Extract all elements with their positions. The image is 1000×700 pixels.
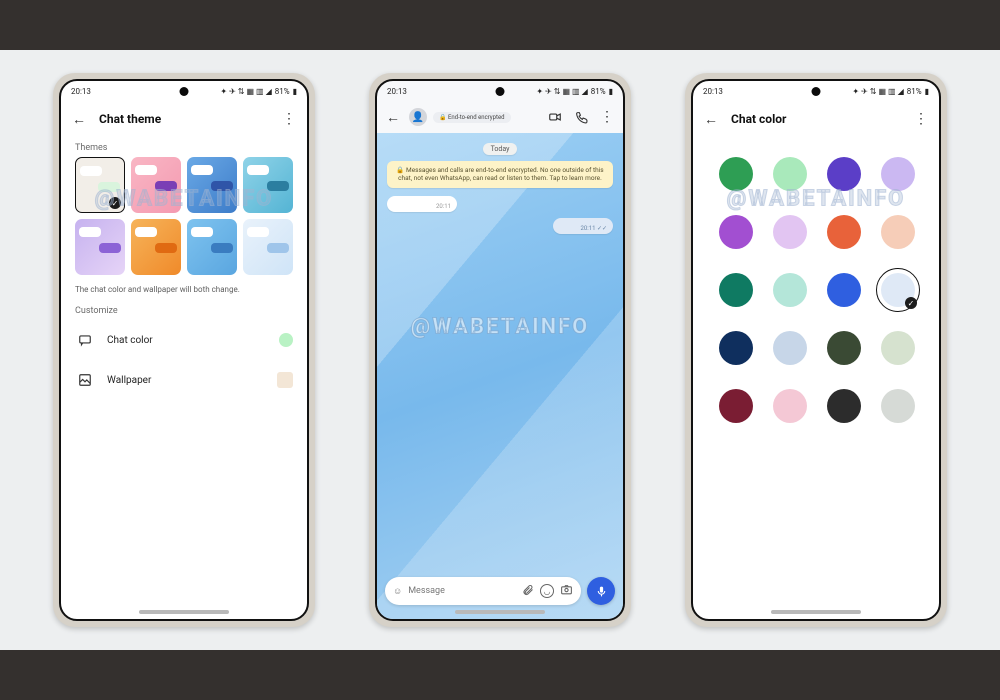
color-option-10[interactable] <box>827 273 861 307</box>
more-icon[interactable]: ⋮ <box>279 109 299 129</box>
nav-pill <box>139 610 229 614</box>
color-option-13[interactable] <box>773 331 807 365</box>
status-battery: 81% <box>275 87 290 96</box>
color-option-19[interactable] <box>881 389 915 423</box>
color-option-0[interactable] <box>719 157 753 191</box>
color-option-12[interactable] <box>719 331 753 365</box>
color-option-17[interactable] <box>773 389 807 423</box>
more-icon[interactable]: ⋮ <box>911 109 931 129</box>
camera-icon[interactable] <box>560 583 573 599</box>
back-icon[interactable]: ← <box>69 109 89 129</box>
wallpaper-swatch <box>277 372 293 388</box>
phone-frame-1: @WABETAINFO 20:13 ✦ ✈ ⇅ ▦ ▥ ◢ 81% ▮ ← Ch… <box>53 73 315 627</box>
status-battery: 81% <box>591 87 606 96</box>
chat-color-row[interactable]: Chat color <box>61 320 307 360</box>
page-title: Chat theme <box>99 112 269 126</box>
phone-frame-3: @WABETAINFO 20:13 ✦ ✈ ⇅ ▦ ▥ ◢ 81% ▮ ← Ch… <box>685 73 947 627</box>
message-composer: ☺ Message ◡ <box>385 577 615 605</box>
message-input[interactable]: ☺ Message ◡ <box>385 577 581 605</box>
color-option-15[interactable] <box>881 331 915 365</box>
app-bar: ← Chat color ⋮ <box>693 101 939 137</box>
camera-cutout <box>496 87 505 96</box>
camera-cutout <box>180 87 189 96</box>
nav-pill <box>771 610 861 614</box>
color-option-14[interactable] <box>827 331 861 365</box>
battery-icon: ▮ <box>293 87 297 96</box>
encryption-notice[interactable]: 🔒 Messages and calls are end-to-end encr… <box>387 161 613 188</box>
nav-pill <box>455 610 545 614</box>
page-title: Chat color <box>731 112 901 126</box>
color-option-3[interactable] <box>881 157 915 191</box>
wallpaper-label: Wallpaper <box>107 375 265 386</box>
theme-tile-2[interactable] <box>187 157 237 213</box>
message-outgoing[interactable]: 20:11 ✓✓ <box>553 218 613 234</box>
avatar[interactable]: 👤 <box>409 108 427 126</box>
color-option-5[interactable] <box>773 215 807 249</box>
message-incoming[interactable]: 20:11 <box>387 196 457 212</box>
mic-button[interactable] <box>587 577 615 605</box>
color-option-16[interactable] <box>719 389 753 423</box>
app-bar: ← Chat theme ⋮ <box>61 101 307 137</box>
status-icons: ✦ ✈ ⇅ ▦ ▥ ◢ <box>536 87 587 96</box>
chat-background: @WABETAINFO Today 🔒 Messages and calls a… <box>377 133 623 619</box>
phone-frame-2: 20:13 ✦ ✈ ⇅ ▦ ▥ ◢ 81% ▮ ← 👤 🔒 End-to-end… <box>369 73 631 627</box>
status-icons: ✦ ✈ ⇅ ▦ ▥ ◢ <box>852 87 903 96</box>
battery-icon: ▮ <box>925 87 929 96</box>
color-option-9[interactable] <box>773 273 807 307</box>
battery-icon: ▮ <box>609 87 613 96</box>
voice-call-icon[interactable] <box>571 107 591 127</box>
status-battery: 81% <box>907 87 922 96</box>
back-icon[interactable]: ← <box>701 109 721 129</box>
chat-color-label: Chat color <box>107 335 267 346</box>
color-option-6[interactable] <box>827 215 861 249</box>
emoji-icon[interactable]: ☺ <box>393 586 402 597</box>
color-option-4[interactable] <box>719 215 753 249</box>
theme-tile-4[interactable] <box>75 219 125 275</box>
watermark: @WABETAINFO <box>411 315 590 340</box>
theme-tile-3[interactable] <box>243 157 293 213</box>
camera-cutout <box>812 87 821 96</box>
status-time: 20:13 <box>703 87 723 96</box>
encryption-chip[interactable]: 🔒 End-to-end encrypted <box>433 112 511 123</box>
presentation-canvas: @WABETAINFO 20:13 ✦ ✈ ⇅ ▦ ▥ ◢ 81% ▮ ← Ch… <box>0 50 1000 650</box>
video-call-icon[interactable] <box>545 107 565 127</box>
back-icon[interactable]: ← <box>383 107 403 127</box>
message-placeholder: Message <box>408 586 516 596</box>
chat-color-swatch <box>279 333 293 347</box>
color-option-18[interactable] <box>827 389 861 423</box>
customize-label: Customize <box>61 300 307 320</box>
color-grid <box>693 137 939 443</box>
status-time: 20:13 <box>387 87 407 96</box>
theme-tile-6[interactable] <box>187 219 237 275</box>
color-option-8[interactable] <box>719 273 753 307</box>
color-option-2[interactable] <box>827 157 861 191</box>
chat-bubble-icon <box>75 330 95 350</box>
attach-icon[interactable] <box>522 584 534 599</box>
chat-app-bar: ← 👤 🔒 End-to-end encrypted ⋮ <box>377 101 623 133</box>
more-icon[interactable]: ⋮ <box>597 107 617 127</box>
theme-tile-1[interactable] <box>131 157 181 213</box>
theme-tile-5[interactable] <box>131 219 181 275</box>
color-option-11[interactable] <box>881 273 915 307</box>
sticker-icon[interactable]: ◡ <box>540 584 554 598</box>
color-option-7[interactable] <box>881 215 915 249</box>
date-pill: Today <box>483 143 518 155</box>
theme-grid: ✓ <box>61 157 307 275</box>
theme-tile-7[interactable] <box>243 219 293 275</box>
color-option-1[interactable] <box>773 157 807 191</box>
theme-hint: The chat color and wallpaper will both c… <box>61 275 307 300</box>
wallpaper-icon <box>75 370 95 390</box>
themes-label: Themes <box>61 137 307 157</box>
status-icons: ✦ ✈ ⇅ ▦ ▥ ◢ <box>220 87 271 96</box>
status-time: 20:13 <box>71 87 91 96</box>
wallpaper-row[interactable]: Wallpaper <box>61 360 307 400</box>
theme-tile-0[interactable]: ✓ <box>75 157 125 213</box>
